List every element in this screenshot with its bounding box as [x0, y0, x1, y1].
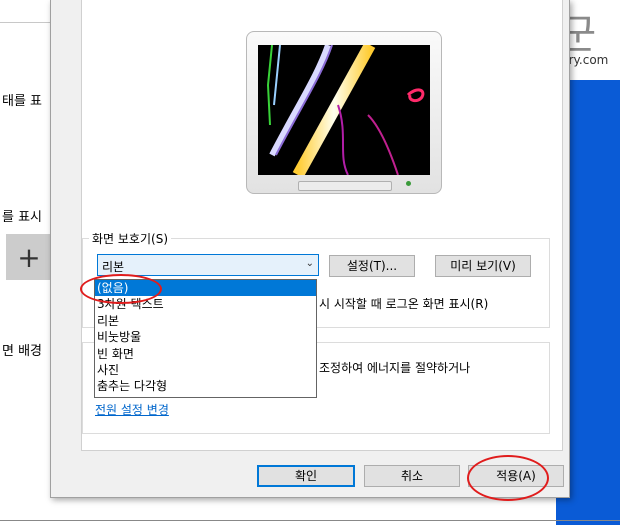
dropdown-option-mystify[interactable]: 춤추는 다각형 — [95, 378, 316, 394]
dropdown-option-photos[interactable]: 사진 — [95, 362, 316, 378]
bg-text-fragment-2: 를 표시 — [2, 210, 43, 225]
screensaver-select-value: 리본 — [102, 260, 125, 274]
dropdown-option-blank[interactable]: 빈 화면 — [95, 346, 316, 362]
bg-text-fragment-3: 면 배경 — [2, 344, 43, 359]
preview-button[interactable]: 미리 보기(V) — [435, 255, 531, 277]
divider — [0, 22, 50, 23]
cancel-button[interactable]: 취소 — [364, 465, 460, 487]
settings-button[interactable]: 설정(T)... — [329, 255, 415, 277]
dropdown-option-ribbons[interactable]: 리본 — [95, 313, 316, 329]
annotation-circle-none — [80, 274, 162, 304]
add-button[interactable]: + — [6, 234, 52, 280]
ok-button[interactable]: 확인 — [257, 465, 355, 487]
plus-icon: + — [17, 240, 41, 274]
annotation-circle-apply — [467, 455, 549, 501]
resume-logon-text: 시 시작할 때 로그온 화면 표시(R) — [319, 297, 489, 311]
screensaver-group-title: 화면 보호기(S) — [89, 230, 171, 247]
bg-text-fragment-1: 태를 표 — [2, 94, 43, 109]
power-description: 조정하여 에너지를 절약하거나 — [319, 361, 471, 375]
divider — [0, 520, 620, 521]
screensaver-select[interactable]: 리본 ⌄ — [97, 254, 319, 276]
monitor-stand — [298, 181, 392, 191]
monitor-preview — [246, 31, 442, 194]
ribbon-preview-graphic — [266, 45, 425, 175]
chevron-down-icon: ⌄ — [305, 258, 314, 269]
power-led — [406, 181, 411, 186]
change-power-settings-link[interactable]: 전원 설정 변경 — [95, 401, 169, 418]
screensaver-settings-dialog: 화면 보호기(S) 리본 ⌄ 설정(T)... 미리 보기(V) 시 시작할 때… — [50, 0, 570, 498]
screensaver-preview-screen — [258, 45, 430, 175]
dropdown-option-bubbles[interactable]: 비눗방울 — [95, 329, 316, 345]
